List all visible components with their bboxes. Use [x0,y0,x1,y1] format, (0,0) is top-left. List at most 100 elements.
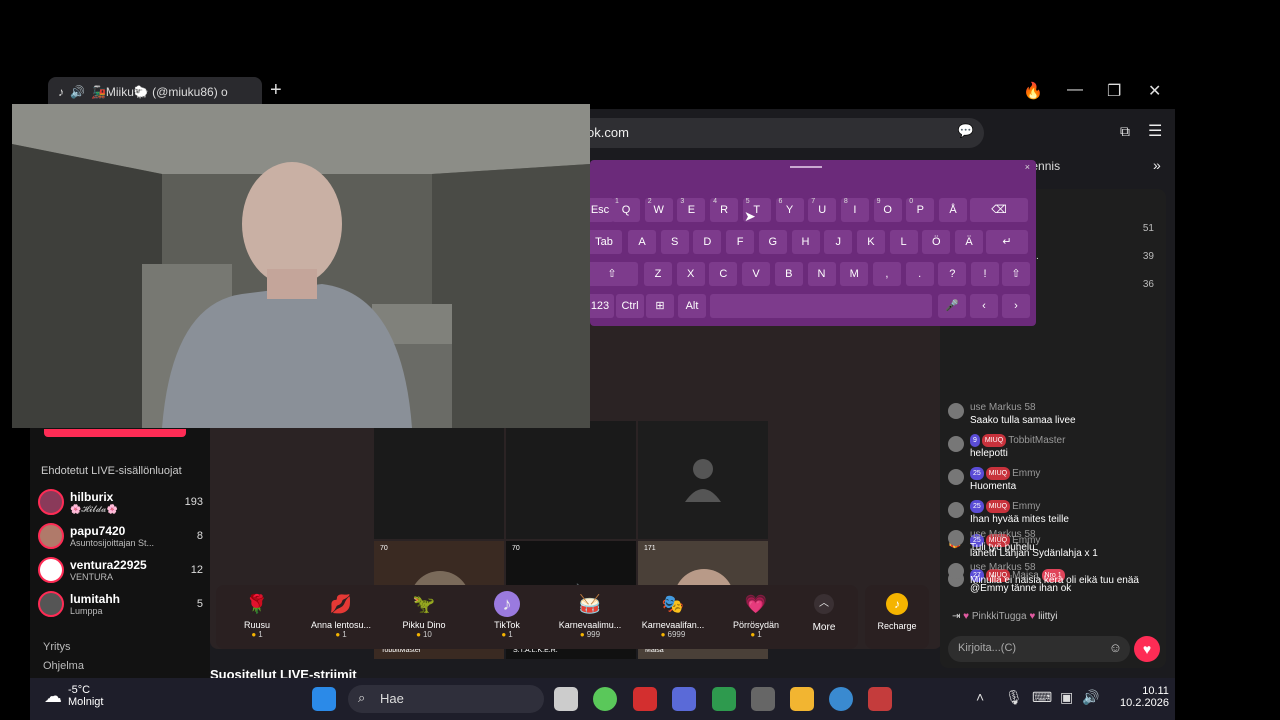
key-esc[interactable]: Esc [586,198,614,222]
chat-user[interactable]: use Markus 58 [970,402,1036,413]
key-v[interactable]: V [742,262,771,286]
key-å[interactable]: Å [939,198,967,222]
creator-item[interactable]: lumitahh Lumppa 5 [38,589,203,619]
camera-app-icon[interactable] [672,687,696,711]
volume-icon[interactable]: 🔊 [1082,689,1099,706]
key-symbol[interactable]: ⇧ [1002,262,1030,286]
key-g[interactable]: G [758,230,787,254]
key-k[interactable]: K [856,230,885,254]
key-m[interactable]: M [840,262,869,286]
key-symbol[interactable]: › [1002,294,1030,318]
creator-item[interactable]: papu7420 Asuntosijoittajan St... 8 [38,521,203,551]
tray-chevron-icon[interactable]: ˄ [976,689,984,705]
app-icon-swirl[interactable] [868,687,892,711]
collections-icon[interactable]: ⧉ [1120,123,1130,140]
key-u[interactable]: U7 [808,198,837,222]
key-z[interactable]: Z [644,262,672,286]
gift-item[interactable]: 🌹 Ruusu1 [216,585,298,649]
key-q[interactable]: Q1 [612,198,640,222]
taskbar-search[interactable]: ⌕ Hae [348,685,544,713]
key-e[interactable]: E3 [677,198,706,222]
keyboard-close-icon[interactable]: × [1025,162,1030,172]
address-bar[interactable]: iktok.com 💬 [560,118,984,148]
gift-item[interactable]: 🎭 Karnevaalifan...6999 [632,585,714,649]
key-symbol[interactable]: ↵ [986,230,1028,254]
microphone-icon[interactable]: 🎙 [1005,689,1023,706]
key-alt[interactable]: Alt [678,294,706,318]
key-o[interactable]: O9 [873,198,902,222]
key-l[interactable]: L [889,230,918,254]
keyboard-icon[interactable]: ⌨ [1032,689,1052,706]
app-icon-red[interactable] [633,687,657,711]
key-symbol[interactable]: ⊞ [646,294,674,318]
gift-item[interactable]: 🦖 Pikku Dino10 [383,585,465,649]
key-n[interactable]: N [807,262,836,286]
key-symbol[interactable]: ? [938,262,967,286]
key-x[interactable]: X [676,262,705,286]
close-button[interactable]: ✕ [1148,81,1161,101]
creator-item[interactable]: ventura22925 VENTURA 12 [38,555,203,585]
key-symbol[interactable]: ⌫ [970,198,1028,222]
spreadsheet-icon[interactable] [712,687,736,711]
chat-input[interactable]: Kirjoita...(C) ☺ [948,636,1130,662]
key-w[interactable]: W2 [644,198,673,222]
key-y[interactable]: Y6 [775,198,804,222]
key-h[interactable]: H [791,230,820,254]
key-ä[interactable]: Ä [955,230,983,254]
gift-item[interactable]: ♪ TikTok1 [466,585,548,649]
menu-icon[interactable]: ☰ [1148,121,1162,141]
chat-user[interactable]: use Markus 58 [970,529,1036,540]
task-view-icon[interactable] [554,687,578,711]
key-ö[interactable]: Ö [922,230,951,254]
key-space[interactable] [710,294,932,318]
chat-user[interactable]: use Markus 58 [970,562,1036,573]
speaker-icon[interactable]: 🔊 [70,85,85,99]
weather-widget[interactable]: ☁ -5°C Molnigt [44,684,103,708]
restore-button[interactable]: ❐ [1107,81,1121,101]
windows-start-icon[interactable] [312,687,336,711]
key-b[interactable]: B [774,262,803,286]
key-123[interactable]: 123 [586,294,614,318]
gift-item[interactable]: 💋 Anna lentosu...1 [300,585,382,649]
key-p[interactable]: P0 [906,198,935,222]
more-gifts-button[interactable]: ︿ More [789,585,859,649]
key-symbol[interactable]: ‹ [970,294,998,318]
key-s[interactable]: S [660,230,689,254]
file-explorer-icon[interactable] [790,687,814,711]
link-yritys[interactable]: Yritys [43,641,71,653]
key-symbol[interactable]: . [905,262,934,286]
chat-ai-icon[interactable]: 💬 [958,123,974,139]
key-symbol[interactable]: , [872,262,901,286]
new-tab-button[interactable]: + [270,79,282,102]
network-icon[interactable]: ▣ [1060,689,1073,706]
key-d[interactable]: D [693,230,722,254]
link-ohjelma[interactable]: Ohjelma [43,660,84,672]
keyboard-drag-handle[interactable] [790,166,822,168]
emoji-icon[interactable]: ☺ [1109,640,1122,655]
calculator-icon[interactable] [751,687,775,711]
chat-user[interactable]: TobbitMaster [1008,435,1065,446]
edge-browser-icon[interactable] [829,687,853,711]
tab-active[interactable]: ♪ 🔊 🚂Miiku🐑 (@miuku86) o [48,77,262,107]
key-f[interactable]: F [726,230,755,254]
clock[interactable]: 10.11 10.2.2026 [1120,685,1169,709]
key-j[interactable]: J [824,230,853,254]
key-symbol[interactable]: ⇧ [586,262,638,286]
key-a[interactable]: A [628,230,656,254]
key-ctrl[interactable]: Ctrl [616,294,644,318]
chat-user[interactable]: Emmy [1012,468,1040,479]
key-r[interactable]: R4 [710,198,739,222]
key-c[interactable]: C [709,262,738,286]
chrome-icon[interactable] [593,687,617,711]
key-i[interactable]: I8 [840,198,869,222]
gift-item[interactable]: 🥁 Karnevaalimu...999 [549,585,631,649]
chat-user[interactable]: Emmy [1012,501,1040,512]
key-symbol[interactable]: ! [971,262,999,286]
key-tab[interactable]: Tab [586,230,622,254]
minimize-button[interactable]: — [1067,81,1083,99]
gift-item[interactable]: 💗 Pörrösydän1 [715,585,797,649]
like-button[interactable]: ♥ [1134,636,1160,662]
key-symbol[interactable]: 🎤 [938,294,966,318]
creator-item[interactable]: hilburix 🌸𝓗𝓲𝓵𝓭𝓪🌸 193 [38,487,203,517]
more-bookmarks-icon[interactable]: » [1153,157,1161,173]
